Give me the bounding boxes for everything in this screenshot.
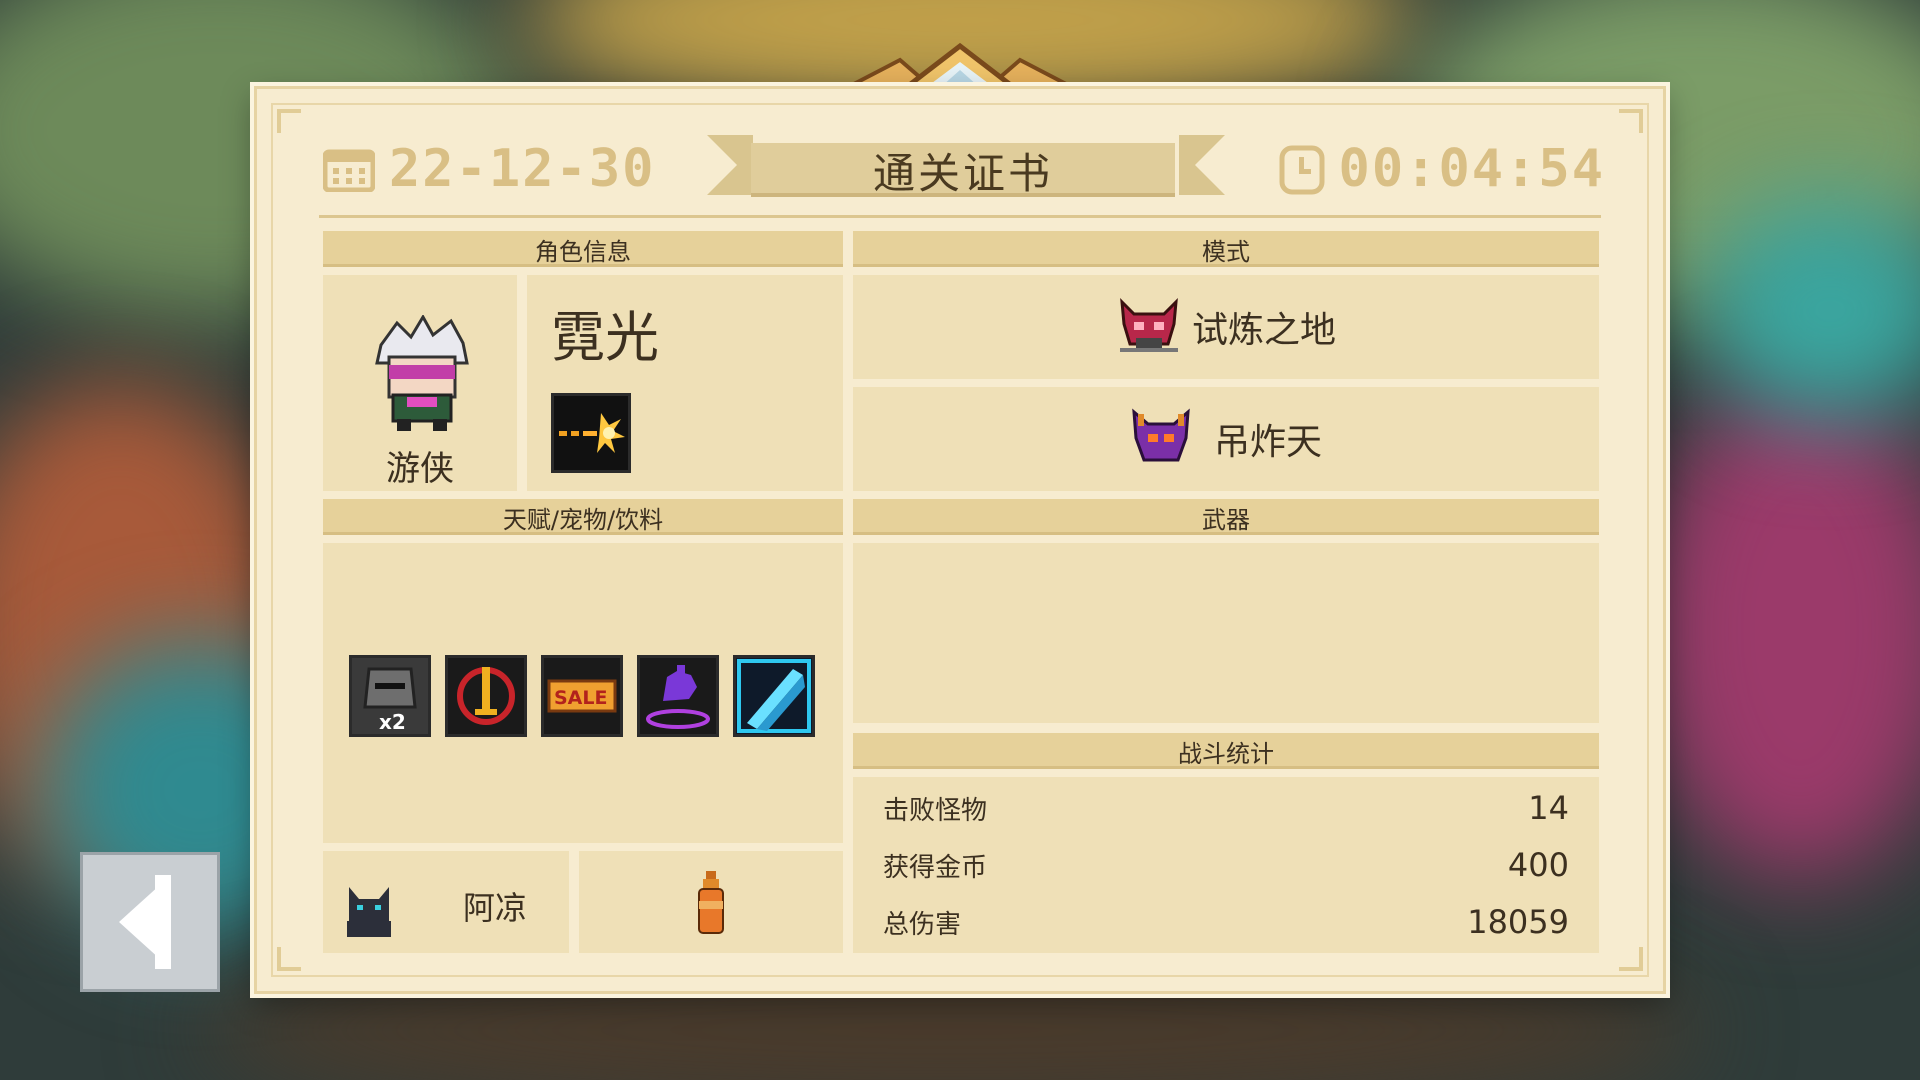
character-info-header: 角色信息: [323, 231, 843, 267]
ribbon-tail-left: [707, 135, 753, 195]
drink-panel: [579, 851, 843, 953]
run-timer: 00:04:54: [1279, 139, 1605, 199]
stat-label: 击败怪物: [883, 795, 988, 826]
stats-header: 战斗统计: [853, 733, 1599, 769]
back-arrow-icon: [119, 875, 171, 969]
stat-value: 14: [1528, 789, 1569, 827]
mode-panel-1: 试炼之地: [853, 275, 1599, 379]
talents-panel: x2 SALE: [323, 543, 843, 843]
ranger-avatar: [375, 315, 469, 431]
title-ribbon: 通关证书: [751, 143, 1175, 198]
purple-hand-icon: [637, 655, 719, 737]
character-name: 霓光: [551, 306, 659, 369]
clock-icon: [1279, 145, 1325, 195]
stat-row-gold: 获得金币 400: [853, 840, 1599, 890]
sword-shield-icon: [445, 655, 527, 737]
header-divider: [319, 215, 1601, 218]
pet-name: 阿凉: [463, 889, 528, 927]
mode-panel-2: 吊炸天: [853, 387, 1599, 491]
character-class: 游侠: [386, 449, 454, 489]
character-detail-panel: 霓光: [527, 275, 843, 491]
mode-header: 模式: [853, 231, 1599, 267]
skill-icon: [551, 393, 631, 473]
stat-row-damage: 总伤害 18059: [853, 897, 1599, 947]
ribbon-tail-right: [1179, 135, 1225, 195]
corner-ornament: [277, 947, 301, 971]
black-cat-icon: [347, 887, 391, 937]
corner-ornament: [1619, 947, 1643, 971]
back-button[interactable]: [80, 852, 220, 992]
pet-panel: 阿凉: [323, 851, 569, 953]
orange-bottle-icon: [698, 871, 724, 934]
corner-ornament: [277, 109, 301, 133]
timer-text: 00:04:54: [1338, 139, 1605, 199]
svg-text:SALE: SALE: [554, 687, 607, 709]
date-text: 22-12-30: [389, 139, 656, 199]
mode-label: 试炼之地: [1191, 310, 1336, 351]
run-date: 22-12-30: [323, 139, 655, 199]
stat-value: 18059: [1467, 903, 1569, 941]
stats-panel: 击败怪物 14 获得金币 400 总伤害 18059: [853, 777, 1599, 953]
talents-header: 天赋/宠物/饮料: [323, 499, 843, 535]
knight-x2-icon: x2: [349, 655, 431, 737]
weapons-panel: [853, 543, 1599, 723]
difficulty-label: 吊炸天: [1213, 422, 1322, 463]
weapons-header: 武器: [853, 499, 1599, 535]
sale-icon: SALE: [541, 655, 623, 737]
stat-value: 400: [1507, 846, 1569, 884]
stat-label: 获得金币: [883, 852, 988, 883]
page-title: 通关证书: [872, 148, 1053, 198]
character-portrait-panel: 游侠: [323, 275, 517, 491]
stat-label: 总伤害: [883, 909, 962, 940]
purple-demon-icon: [1132, 408, 1190, 462]
calendar-icon: [323, 149, 375, 192]
corner-ornament: [1619, 109, 1643, 133]
stat-row-kills: 击败怪物 14: [853, 783, 1599, 833]
demon-mask-icon: [1119, 298, 1178, 352]
svg-text:x2: x2: [379, 710, 406, 734]
cyan-slash-icon: [733, 655, 815, 737]
clear-certificate-card: 22-12-30 通关证书 00:04:54 角色信息 游侠 霓光 模式 试炼之…: [254, 86, 1666, 994]
